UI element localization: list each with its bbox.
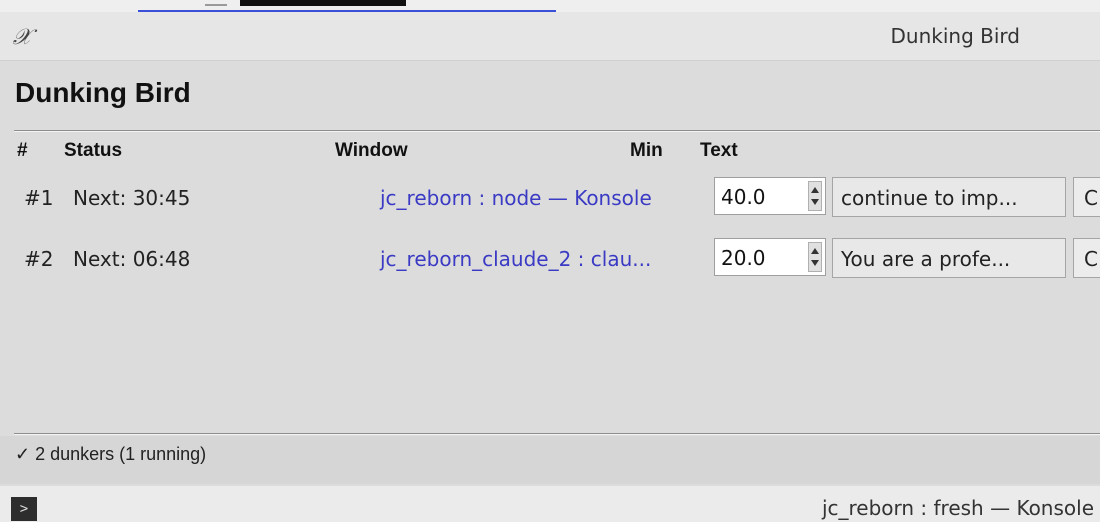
- row-action-button-label: C: [1084, 247, 1098, 271]
- text-field[interactable]: You are a profe...: [832, 238, 1066, 278]
- column-header-window: Window: [335, 140, 408, 161]
- background-redacted-bar: [240, 0, 406, 6]
- app-icon[interactable]: 𝒳: [8, 24, 36, 50]
- spin-arrows[interactable]: [808, 181, 822, 211]
- app-panel: Dunking Bird # Status Window Min Text #1…: [0, 61, 1100, 486]
- column-header-min: Min: [630, 140, 663, 161]
- background-fragment: [205, 0, 227, 6]
- min-value[interactable]: 40.0: [721, 185, 766, 209]
- min-value[interactable]: 20.0: [721, 246, 766, 270]
- spin-up-icon[interactable]: [811, 187, 819, 193]
- row-number: #2: [24, 247, 54, 271]
- text-field[interactable]: continue to imp...: [832, 177, 1066, 217]
- text-field-value[interactable]: continue to imp...: [841, 186, 1018, 210]
- spin-down-icon[interactable]: [811, 199, 819, 205]
- column-header-status: Status: [64, 140, 123, 161]
- row-action-button[interactable]: C: [1073, 238, 1100, 278]
- row-number: #1: [24, 186, 54, 210]
- min-spinbox[interactable]: 40.0: [714, 177, 826, 215]
- table-row: #1 Next: 30:45 jc_reborn : node — Konsol…: [0, 176, 1100, 220]
- page-title: Dunking Bird: [15, 77, 191, 108]
- row-action-button-label: C: [1084, 186, 1098, 210]
- window-title: Dunking Bird: [890, 24, 1020, 48]
- text-field-value[interactable]: You are a profe...: [841, 247, 1010, 271]
- window-link[interactable]: jc_reborn : node — Konsole: [380, 186, 652, 210]
- background-window-titlebar[interactable]: > jc_reborn : fresh — Konsole: [0, 486, 1100, 522]
- window-link[interactable]: jc_reborn_claude_2 : clau...: [380, 247, 651, 271]
- column-header-text: Text: [700, 140, 738, 161]
- status-bar: ✓ 2 dunkers (1 running): [0, 436, 1100, 484]
- row-action-button[interactable]: C: [1073, 177, 1100, 217]
- spin-arrows[interactable]: [808, 242, 822, 272]
- status-divider: [14, 433, 1100, 435]
- terminal-icon[interactable]: >: [11, 497, 37, 521]
- background-window-title: jc_reborn : fresh — Konsole: [821, 496, 1094, 520]
- row-status: Next: 06:48: [73, 247, 191, 271]
- spin-down-icon[interactable]: [811, 260, 819, 266]
- status-text: ✓ 2 dunkers (1 running): [15, 444, 207, 464]
- min-spinbox[interactable]: 20.0: [714, 238, 826, 276]
- title-bar[interactable]: 𝒳 Dunking Bird: [0, 12, 1100, 61]
- background-window-strip: [0, 0, 1100, 12]
- row-status: Next: 30:45: [73, 186, 191, 210]
- spin-up-icon[interactable]: [811, 248, 819, 254]
- table-row: #2 Next: 06:48 jc_reborn_claude_2 : clau…: [0, 237, 1100, 281]
- header-divider: [14, 130, 1100, 132]
- column-header-number: #: [17, 140, 28, 161]
